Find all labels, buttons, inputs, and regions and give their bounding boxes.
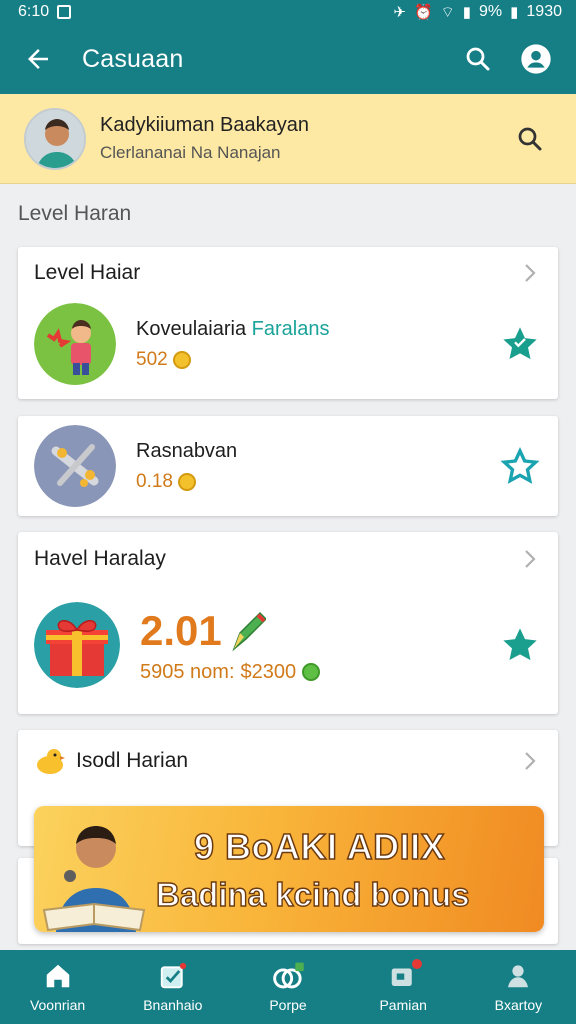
- signal-icon: ▮: [462, 3, 472, 21]
- coin-icon: [172, 350, 191, 369]
- profile-name: Kadykiiuman Baakayan: [100, 114, 310, 136]
- arrow-left-icon: [28, 49, 48, 69]
- status-time: 6:10: [18, 3, 50, 20]
- favorite-star-button[interactable]: [498, 444, 542, 488]
- item-card[interactable]: Rasnabvan 0.18: [18, 416, 558, 516]
- nav-label: Bxartoy: [494, 997, 543, 1013]
- avatar: [24, 107, 86, 170]
- reward-value: 2.01: [140, 607, 498, 655]
- pencil-icon: [232, 611, 266, 651]
- chevron-right-icon[interactable]: [518, 261, 542, 285]
- favorite-star-button[interactable]: [498, 322, 542, 366]
- search-icon: [518, 127, 542, 150]
- card-header: Isodl Harian: [76, 749, 189, 772]
- star-outline-icon: [500, 447, 540, 484]
- profile-search-button[interactable]: [508, 117, 552, 161]
- nav-item-messages[interactable]: Pamian: [346, 950, 461, 1024]
- back-button[interactable]: [18, 39, 58, 79]
- profile-icon: [501, 961, 535, 991]
- bonus-subtitle: Badina kcind bonus: [155, 875, 470, 913]
- profile-banner[interactable]: Kadykiiuman Baakayan Clerlananai Na Nana…: [0, 94, 576, 184]
- home-icon: [41, 961, 75, 991]
- gift-box-image: [34, 602, 120, 688]
- section-title: Level Haran: [18, 202, 132, 225]
- tasks-icon: [156, 961, 190, 991]
- reward-card[interactable]: Havel Haralay 2.01 5905 nom: $2300: [18, 532, 558, 714]
- profile-subtitle: Clerlananai Na Nanajan: [100, 143, 281, 162]
- duck-icon: [37, 749, 65, 774]
- level-card[interactable]: Level Haiar Koveulaiaria Faralans 502: [18, 247, 558, 399]
- nav-label: Bnanhaio: [143, 997, 203, 1013]
- star-icon: [503, 628, 537, 661]
- notification-badge: [410, 957, 425, 971]
- bonus-title: 9 BoAKI ADIIX: [193, 825, 446, 868]
- item-title: Koveulaiaria Faralans: [136, 317, 330, 340]
- battery-icon: ▮: [510, 3, 519, 21]
- item-value: 0.18: [136, 471, 498, 493]
- search-button[interactable]: [456, 37, 500, 81]
- card-header: Level Haiar: [34, 261, 141, 284]
- chevron-right-icon[interactable]: [518, 547, 542, 571]
- kid-reading-image: [42, 826, 146, 932]
- page-title: Casuaan: [82, 44, 184, 73]
- nav-label: Porpe: [269, 997, 307, 1013]
- reward-subvalue: 5905 nom: $2300: [140, 661, 498, 684]
- app-bar: Casuaan: [0, 24, 576, 94]
- item-value: 502: [136, 349, 498, 371]
- nav-item-home[interactable]: Voonrian: [0, 950, 115, 1024]
- wifi-icon: ⌔: [440, 3, 455, 21]
- nav-item-profile[interactable]: Bxartoy: [461, 950, 576, 1024]
- account-button[interactable]: [514, 37, 558, 81]
- alarm-icon: ⏰: [413, 3, 433, 21]
- nfc-icon: ✈: [393, 3, 406, 21]
- bottom-nav: Voonrian Bnanhaio Porpe Pamian Bxartoy: [0, 950, 576, 1024]
- chevron-right-icon[interactable]: [518, 749, 542, 773]
- nav-label: Voonrian: [29, 997, 86, 1013]
- bonus-banner[interactable]: 9 BoAKI ADIIX Badina kcind bonus: [34, 806, 544, 932]
- battery-percent: 9%: [479, 3, 503, 20]
- rings-icon: [271, 961, 305, 991]
- card-header: Havel Haralay: [34, 547, 166, 570]
- green-coin-icon: [302, 663, 321, 681]
- favorite-star-button[interactable]: [498, 623, 542, 667]
- search-icon: [466, 47, 490, 71]
- coin-icon: [177, 472, 196, 491]
- tools-image: [34, 425, 116, 507]
- status-clock: 1930: [526, 3, 562, 20]
- messages-icon: [386, 957, 425, 991]
- account-icon: [521, 44, 551, 74]
- star-icon: [503, 327, 537, 360]
- nav-item-rings[interactable]: Porpe: [230, 950, 345, 1024]
- nav-item-tasks[interactable]: Bnanhaio: [115, 950, 230, 1024]
- notification-icon: [57, 5, 72, 19]
- kid-avatar-image: [34, 303, 116, 385]
- status-bar: 6:10 ✈ ⏰ ⌔ ▮ 9% ▮ 1930: [0, 0, 576, 24]
- nav-label: Pamian: [379, 997, 427, 1013]
- item-title: Rasnabvan: [136, 439, 238, 462]
